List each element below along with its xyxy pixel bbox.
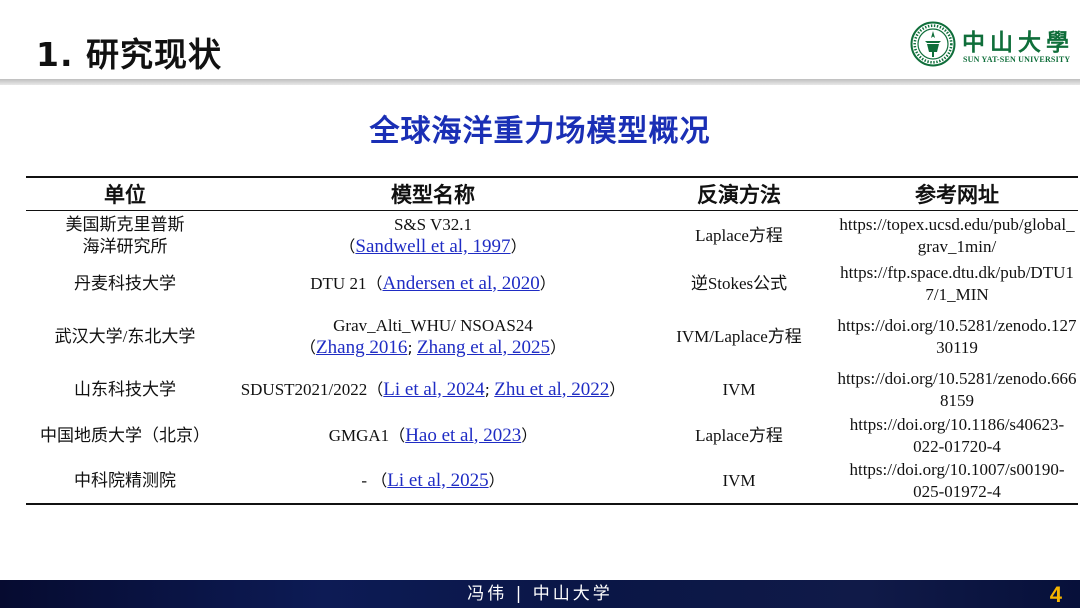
method-cell: IVM/Laplace方程: [676, 326, 802, 346]
method-cell: Laplace方程: [695, 425, 783, 445]
table-row: 丹麦科技大学 DTU 21（Andersen et al, 2020） 逆Sto…: [26, 261, 1078, 307]
url-cell: https://topex.ucsd.edu/pub/global_ grav_1…: [836, 211, 1078, 261]
model-cell: Grav_Alti_WHU/ NSOAS24 （Zhang 2016; Zhang…: [300, 315, 566, 358]
url-line: https://doi.org/10.5281/zenodo.666: [837, 368, 1077, 388]
institution-cell: 美国斯克里普斯 海洋研究所: [26, 211, 224, 261]
institution-cell: 丹麦科技大学: [26, 261, 224, 307]
table-row: 中科院精测院 - （Li et al, 2025） IVM https://do…: [26, 458, 1078, 505]
url-line: 025-01972-4: [913, 481, 1001, 501]
reference-link[interactable]: Li et al, 2025: [387, 470, 488, 491]
slide-footer: 冯伟 | 中山大学 4: [0, 580, 1080, 608]
header-model-name: 模型名称: [224, 176, 642, 211]
reference-link[interactable]: Zhu et al, 2022: [494, 379, 609, 400]
header-institution: 单位: [26, 176, 224, 211]
url-line: https://doi.org/10.1186/s40623-: [849, 414, 1065, 434]
institution-line: 武汉大学/东北大学: [54, 326, 196, 346]
url-line: 8159: [940, 390, 974, 410]
method-cell: IVM: [722, 379, 756, 399]
gravity-models-table: 单位 模型名称 反演方法 参考网址 美国斯克里普斯 海洋研究所 S&S V32.1…: [26, 176, 1078, 505]
header-divider: [0, 79, 1080, 85]
reference-link[interactable]: Zhang et al, 2025: [417, 337, 550, 358]
slide-header: 1. 研究现状 中山大學 SUN YAT-SEN UNIVERSITY: [0, 0, 1080, 80]
reference-link[interactable]: Li et al, 2024: [383, 379, 484, 400]
institution-cell: 中科院精测院: [26, 458, 224, 505]
url-line: https://topex.ucsd.edu/pub/global_: [839, 214, 1075, 234]
reference-link[interactable]: Zhang 2016: [316, 337, 407, 358]
url-line: 022-01720-4: [913, 436, 1001, 456]
institution-cell: 武汉大学/东北大学: [26, 307, 224, 367]
institution-line: 山东科技大学: [74, 379, 176, 399]
model-name: SDUST2021/2022: [240, 379, 368, 399]
model-cell: - （Li et al, 2025）: [224, 458, 642, 505]
url-cell: https://doi.org/10.1186/s40623- 022-01720…: [836, 413, 1078, 459]
page-number: 4: [1049, 582, 1062, 607]
url-line: https://ftp.space.dtu.dk/pub/DTU1: [840, 262, 1074, 282]
table-row: 中国地质大学（北京） GMGA1（Hao et al, 2023） Laplac…: [26, 413, 1078, 459]
model-name: GMGA1: [328, 425, 390, 445]
section-title: 全球海洋重力场模型概况: [369, 114, 711, 149]
url-line: 30119: [936, 337, 978, 357]
model-name: Grav_Alti_WHU/ NSOAS24: [333, 315, 533, 335]
institution-line: 美国斯克里普斯: [65, 214, 185, 234]
method-cell: 逆Stokes公式: [690, 273, 788, 293]
model-cell: DTU 21（Andersen et al, 2020）: [310, 272, 556, 294]
institution-line: 中科院精测院: [74, 470, 176, 490]
model-cell: S&S V32.1 （Sandwell et al, 1997）: [339, 214, 527, 257]
method-cell: Laplace方程: [695, 225, 783, 245]
url-cell: https://doi.org/10.5281/zenodo.127 30119: [836, 307, 1078, 367]
institution-cell: 山东科技大学: [26, 367, 224, 413]
institution-line: 丹麦科技大学: [74, 273, 176, 293]
url-line: grav_1min/: [917, 236, 997, 256]
url-cell: https://ftp.space.dtu.dk/pub/DTU1 7/1_MIN: [836, 261, 1078, 307]
university-logo: 中山大學 SUN YAT-SEN UNIVERSITY: [910, 21, 1070, 67]
table-row: 山东科技大学 SDUST2021/2022（Li et al, 2024; Zh…: [26, 367, 1078, 413]
reference-link[interactable]: Hao et al, 2023: [405, 425, 521, 446]
logo-chinese-name: 中山大學: [962, 29, 1074, 56]
url-line: https://doi.org/10.5281/zenodo.127: [837, 315, 1077, 335]
header-url: 参考网址: [836, 176, 1078, 211]
reference-link[interactable]: Andersen et al, 2020: [382, 273, 539, 294]
model-cell: GMGA1（Hao et al, 2023）: [328, 424, 538, 446]
institution-line: 中国地质大学（北京）: [40, 425, 210, 445]
model-name: -: [361, 470, 368, 490]
reference-link[interactable]: Sandwell et al, 1997: [355, 236, 510, 257]
model-name: S&S V32.1: [393, 214, 473, 234]
institution-cell: 中国地质大学（北京）: [26, 413, 224, 459]
model-cell: SDUST2021/2022（Li et al, 2024; Zhu et al…: [240, 378, 626, 400]
slide-title: 1. 研究现状: [36, 35, 222, 74]
url-cell: https://doi.org/10.1007/s00190- 025-01972…: [836, 458, 1078, 505]
table-header-row: 单位 模型名称 反演方法 参考网址: [26, 176, 1078, 211]
model-name: DTU 21: [310, 273, 367, 293]
table-row: 美国斯克里普斯 海洋研究所 S&S V32.1 （Sandwell et al, 1…: [26, 211, 1078, 261]
header-method: 反演方法: [642, 176, 836, 211]
method-cell: IVM: [642, 458, 836, 505]
university-seal-icon: [910, 21, 956, 67]
url-line: https://doi.org/10.1007/s00190-: [849, 459, 1065, 479]
url-line: 7/1_MIN: [925, 284, 989, 304]
institution-line: 海洋研究所: [82, 236, 168, 256]
footer-author: 冯伟 | 中山大学: [467, 584, 613, 604]
logo-english-name: SUN YAT-SEN UNIVERSITY: [963, 55, 1071, 64]
url-cell: https://doi.org/10.5281/zenodo.666 8159: [836, 367, 1078, 413]
table-row: 武汉大学/东北大学 Grav_Alti_WHU/ NSOAS24 （Zhang 2…: [26, 307, 1078, 367]
